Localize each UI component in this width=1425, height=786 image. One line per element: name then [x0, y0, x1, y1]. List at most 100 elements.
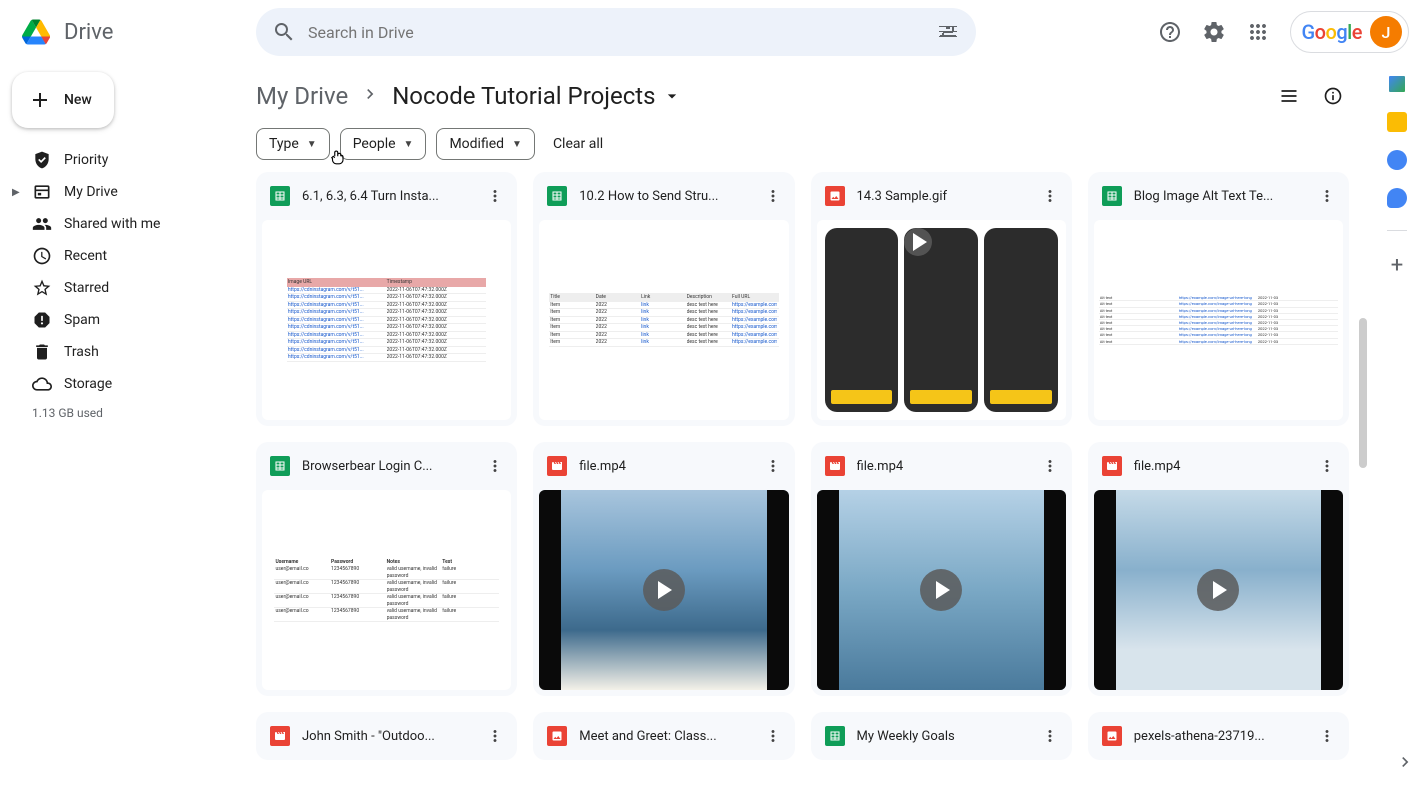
file-card[interactable]: pexels-athena-23719...	[1088, 712, 1349, 760]
file-thumbnail	[817, 220, 1066, 420]
file-card[interactable]: 14.3 Sample.gif	[811, 172, 1072, 426]
contacts-app-icon[interactable]	[1387, 188, 1407, 208]
scrollbar[interactable]	[1359, 318, 1367, 468]
more-options-icon[interactable]	[1313, 452, 1341, 480]
sidebar-item-label: Shared with me	[64, 216, 160, 232]
sidebar-item-label: Recent	[64, 248, 107, 264]
search-input[interactable]	[304, 23, 928, 42]
more-options-icon[interactable]	[759, 182, 787, 210]
search-bar[interactable]	[256, 8, 976, 56]
header: Drive Google J	[0, 0, 1425, 64]
file-card[interactable]: Meet and Greet: Class...	[533, 712, 794, 760]
avatar[interactable]: J	[1370, 16, 1402, 48]
more-options-icon[interactable]	[1036, 722, 1064, 750]
sidebar-item-spam[interactable]: Spam	[8, 304, 232, 336]
more-options-icon[interactable]	[481, 722, 509, 750]
chevron-down-icon	[662, 86, 682, 106]
filter-people-chip[interactable]: People ▼	[340, 128, 427, 160]
divider	[1387, 230, 1407, 231]
file-card-header: pexels-athena-23719...	[1088, 712, 1349, 760]
file-card[interactable]: Blog Image Alt Text Te...Alt texthttps:/…	[1088, 172, 1349, 426]
sidebar-item-label: Starred	[64, 280, 109, 296]
help-icon[interactable]	[1150, 12, 1190, 52]
sheets-file-icon	[547, 186, 567, 206]
sidebar-item-starred[interactable]: Starred	[8, 272, 232, 304]
chevron-down-icon: ▼	[404, 139, 414, 150]
apps-icon[interactable]	[1238, 12, 1278, 52]
info-icon[interactable]	[1313, 76, 1353, 116]
layout-toggle-icon[interactable]	[1269, 76, 1309, 116]
sidebar-item-label: Trash	[64, 344, 99, 360]
video-file-icon	[825, 456, 845, 476]
more-options-icon[interactable]	[1313, 722, 1341, 750]
file-card-header: 14.3 Sample.gif	[811, 172, 1072, 220]
file-card-header: file.mp4	[811, 442, 1072, 490]
breadcrumb-parent[interactable]: My Drive	[256, 82, 348, 110]
file-name: My Weekly Goals	[857, 729, 1024, 744]
file-thumbnail: Image URLTimestamphttps://cdninstagram.c…	[262, 220, 511, 420]
expand-icon[interactable]: ▶	[12, 187, 20, 198]
breadcrumb-current-label: Nocode Tutorial Projects	[392, 82, 655, 110]
sidebar-item-priority[interactable]: Priority	[8, 144, 232, 176]
search-icon[interactable]	[264, 12, 304, 52]
filter-row: Type ▼ People ▼ Modified ▼ Clear all	[256, 128, 1353, 160]
logo-area[interactable]: Drive	[16, 12, 248, 52]
file-card-header: 10.2 How to Send Stru...	[533, 172, 794, 220]
storage-used-text: 1.13 GB used	[8, 400, 232, 420]
more-options-icon[interactable]	[481, 452, 509, 480]
sidebar-item-my-drive[interactable]: ▶ My Drive	[8, 176, 232, 208]
video-file-icon	[547, 456, 567, 476]
file-thumbnail	[539, 490, 788, 690]
main-content: My Drive Nocode Tutorial Projects Type ▼	[248, 64, 1369, 786]
add-app-icon[interactable]: +	[1391, 253, 1403, 278]
file-name: file.mp4	[579, 459, 746, 474]
clear-all-button[interactable]: Clear all	[545, 136, 611, 152]
sheets-file-icon	[270, 186, 290, 206]
more-options-icon[interactable]	[759, 722, 787, 750]
file-card-header: 6.1, 6.3, 6.4 Turn Insta...	[256, 172, 517, 220]
file-thumbnail: Alt texthttps://example.com/image-url-he…	[1094, 220, 1343, 420]
sidebar-item-shared[interactable]: Shared with me	[8, 208, 232, 240]
keep-app-icon[interactable]	[1387, 112, 1407, 132]
side-panel-toggle-icon[interactable]	[1395, 752, 1415, 776]
more-options-icon[interactable]	[481, 182, 509, 210]
filter-modified-chip[interactable]: Modified ▼	[436, 128, 535, 160]
file-card[interactable]: file.mp4	[533, 442, 794, 696]
more-options-icon[interactable]	[1036, 182, 1064, 210]
settings-icon[interactable]	[1194, 12, 1234, 52]
sidebar-item-recent[interactable]: Recent	[8, 240, 232, 272]
chevron-down-icon: ▼	[512, 139, 522, 150]
more-options-icon[interactable]	[759, 452, 787, 480]
drive-name: Drive	[64, 20, 113, 45]
file-name: 6.1, 6.3, 6.4 Turn Insta...	[302, 189, 469, 204]
sidebar-item-storage[interactable]: Storage	[8, 368, 232, 400]
file-card[interactable]: file.mp4	[811, 442, 1072, 696]
calendar-app-icon[interactable]	[1387, 74, 1407, 94]
priority-icon	[32, 150, 52, 170]
more-options-icon[interactable]	[1313, 182, 1341, 210]
spam-icon	[32, 310, 52, 330]
tasks-app-icon[interactable]	[1387, 150, 1407, 170]
new-button[interactable]: New	[12, 72, 114, 128]
file-card[interactable]: John Smith - "Outdoo...	[256, 712, 517, 760]
shared-icon	[32, 214, 52, 234]
file-card[interactable]: My Weekly Goals	[811, 712, 1072, 760]
file-card-header: Blog Image Alt Text Te...	[1088, 172, 1349, 220]
file-card[interactable]: Browserbear Login C...UsernamePasswordNo…	[256, 442, 517, 696]
file-card[interactable]: file.mp4	[1088, 442, 1349, 696]
storage-icon	[32, 374, 52, 394]
sidebar-item-trash[interactable]: Trash	[8, 336, 232, 368]
file-thumbnail	[817, 490, 1066, 690]
file-card[interactable]: 10.2 How to Send Stru...TitleDateLinkDes…	[533, 172, 794, 426]
filter-type-chip[interactable]: Type ▼	[256, 128, 330, 160]
file-card[interactable]: 6.1, 6.3, 6.4 Turn Insta... Image URLTime…	[256, 172, 517, 426]
side-panel: +	[1369, 64, 1425, 786]
google-account-badge[interactable]: Google J	[1290, 11, 1409, 53]
search-options-icon[interactable]	[928, 12, 968, 52]
file-name: 10.2 How to Send Stru...	[579, 189, 746, 204]
file-card-header: file.mp4	[1088, 442, 1349, 490]
breadcrumb-current[interactable]: Nocode Tutorial Projects	[392, 82, 681, 110]
video-file-icon	[270, 726, 290, 746]
video-file-icon	[1102, 456, 1122, 476]
more-options-icon[interactable]	[1036, 452, 1064, 480]
